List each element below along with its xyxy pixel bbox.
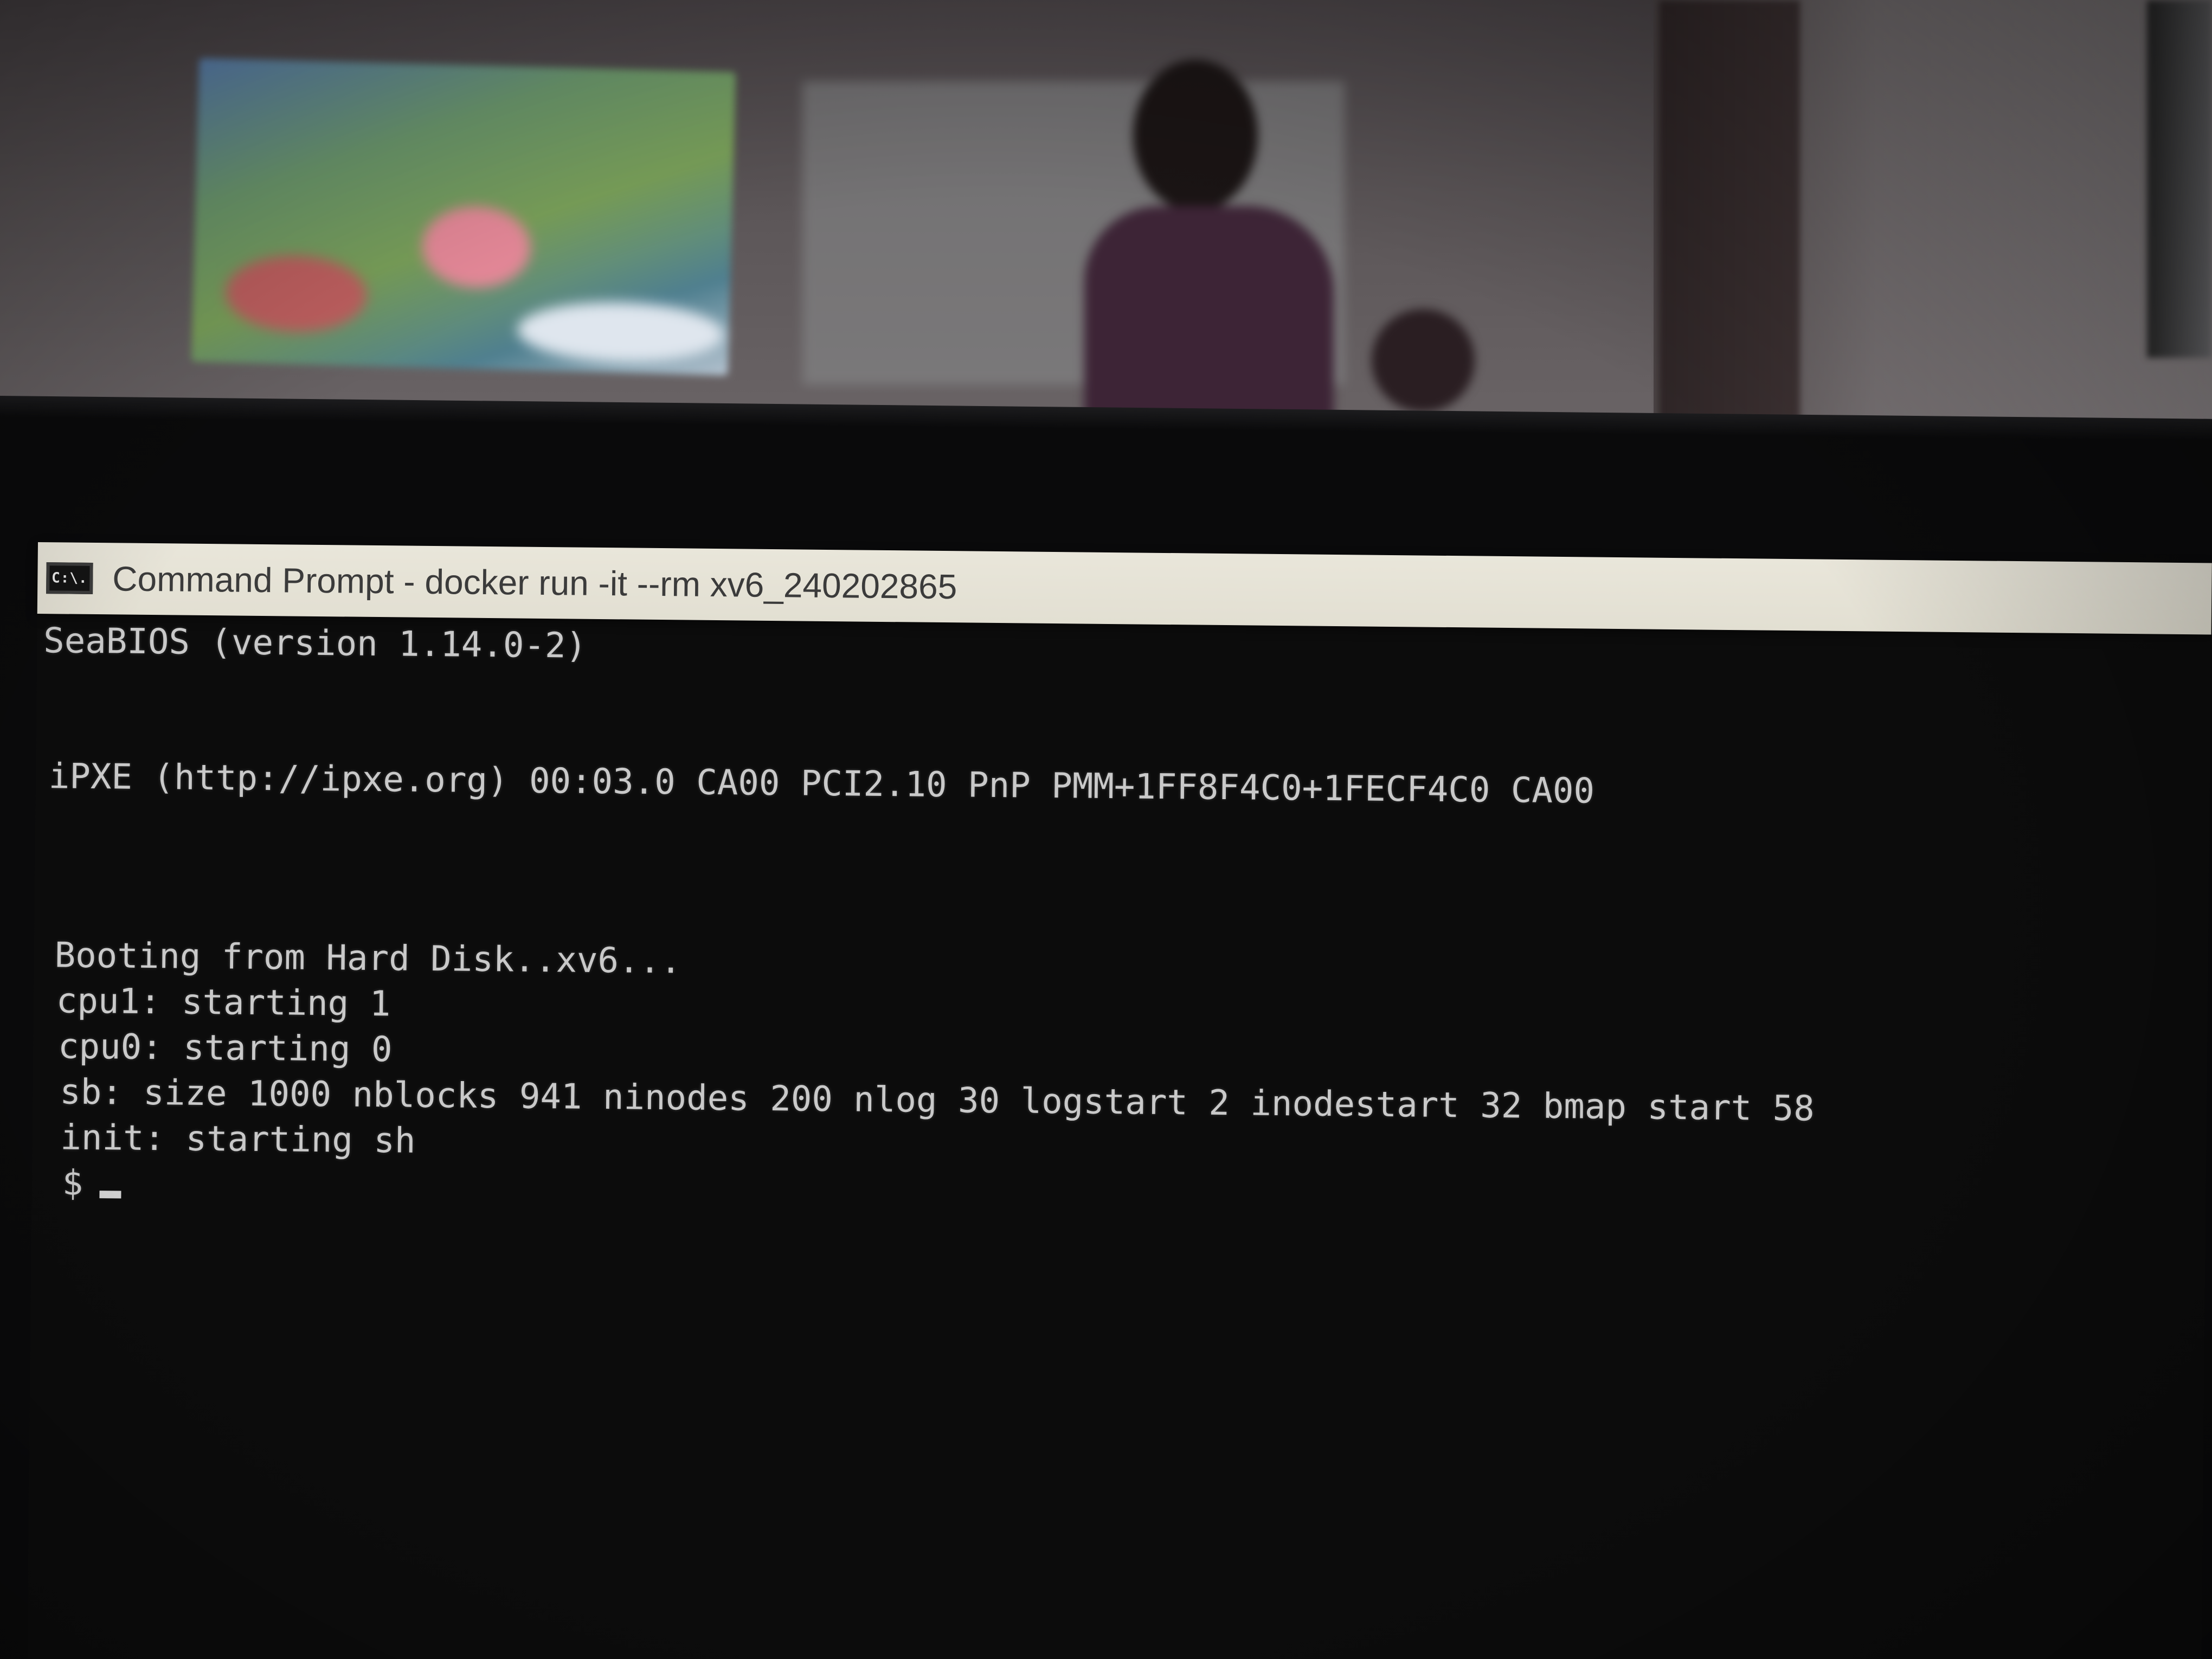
text-cursor: [99, 1191, 121, 1199]
command-prompt-window[interactable]: C:\. Command Prompt - docker run -it --r…: [27, 542, 2212, 1659]
window-title: Command Prompt - docker run -it --rm xv6…: [112, 559, 957, 607]
console-line: iPXE (http://ipxe.org) 00:03.0 CA00 PCI2…: [48, 756, 1595, 812]
console-output[interactable]: SeaBIOS (version 1.14.0-2) iPXE (http://…: [34, 618, 2207, 1659]
tv-glare: [224, 254, 368, 334]
console-line: cpu0: starting 0: [57, 1026, 393, 1070]
console-line: Booting from Hard Disk..xv6...: [54, 935, 681, 982]
console-line: cpu1: starting 1: [56, 981, 391, 1025]
tv-screen: [191, 58, 736, 376]
console-line: SeaBIOS (version 1.14.0-2): [43, 621, 587, 666]
person-head: [1133, 60, 1258, 211]
command-prompt-icon: C:\.: [46, 562, 93, 594]
person-body: [1084, 206, 1334, 439]
room-window: [2147, 0, 2212, 358]
room-door: [1659, 0, 1800, 428]
tv-glare: [421, 205, 532, 290]
tv-glare: [517, 299, 724, 365]
person-silhouette: [1372, 309, 1475, 412]
photo-scene: C:\. Command Prompt - docker run -it --r…: [0, 0, 2212, 1659]
person-silhouette: [1079, 60, 1339, 439]
console-line: init: starting sh: [60, 1117, 416, 1161]
shell-prompt: $: [62, 1163, 83, 1204]
shell-prompt-line[interactable]: $: [62, 1160, 121, 1206]
